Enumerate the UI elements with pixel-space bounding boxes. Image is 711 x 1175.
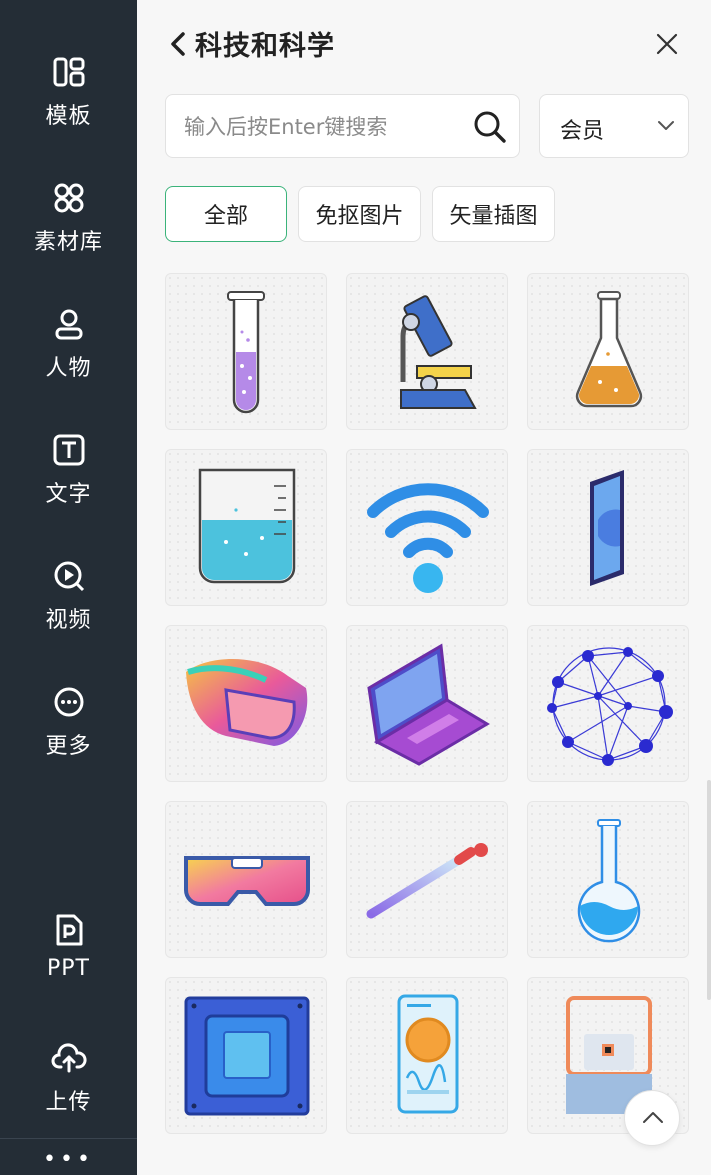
dropper-icon [366, 843, 488, 919]
grid-item-phone-app[interactable] [346, 977, 508, 1134]
grid-item-network-sphere[interactable] [527, 625, 689, 782]
grid-item-cpu-chip[interactable] [165, 977, 327, 1134]
flask-icon [575, 291, 643, 408]
sidebar-item-label: 人物 [45, 356, 92, 381]
sidebar-item-material[interactable]: 素材库 [0, 178, 137, 288]
back-icon[interactable] [167, 30, 189, 58]
grid-item-microscope[interactable] [346, 273, 508, 430]
grid-item-test-tube[interactable] [165, 273, 327, 430]
sidebar-item-more[interactable]: 更多 [0, 682, 137, 792]
grid-item-vr-headset[interactable] [165, 625, 327, 782]
grid-item-laptop[interactable] [346, 625, 508, 782]
sidebar-divider [0, 1138, 137, 1139]
sidebar-item-person[interactable]: 人物 [0, 304, 137, 414]
sidebar-overflow-icon[interactable]: ••• [0, 1149, 137, 1171]
sidebar-item-upload[interactable]: 上传 [0, 1038, 137, 1148]
beaker-icon [198, 468, 296, 584]
asset-grid [165, 273, 689, 1135]
upload-icon [49, 1038, 89, 1078]
sidebar-item-label: PPT [47, 956, 90, 981]
grid-item-round-flask[interactable] [527, 801, 689, 958]
laptop-icon [367, 643, 490, 766]
cpu-chip-icon [184, 996, 310, 1116]
text-icon [49, 430, 89, 470]
wifi-icon [367, 483, 489, 593]
ppt-icon [49, 910, 89, 950]
scroll-to-top-button[interactable] [624, 1090, 680, 1146]
panel-header: 科技和科学 [137, 18, 711, 70]
chip-cutout-images[interactable]: 免抠图片 [298, 186, 421, 242]
search-icon[interactable] [472, 109, 508, 145]
sidebar-item-video[interactable]: 视频 [0, 556, 137, 666]
sidebar-item-text[interactable]: 文字 [0, 430, 137, 540]
grid-item-vr-goggles[interactable] [165, 801, 327, 958]
grid-item-dropper[interactable] [346, 801, 508, 958]
sidebar-item-ppt[interactable]: PPT [0, 910, 137, 1020]
test-tube-icon [227, 291, 265, 414]
sidebar-item-label: 文字 [45, 482, 92, 507]
search-input[interactable] [184, 111, 454, 143]
scrollbar[interactable] [707, 780, 711, 1000]
grid-item-smartphone[interactable] [527, 449, 689, 606]
phone-app-icon [397, 994, 459, 1114]
chevron-up-icon [643, 1112, 663, 1123]
sidebar-item-label: 上传 [45, 1090, 92, 1115]
select-value: 会员 [560, 119, 605, 144]
person-icon [49, 304, 89, 344]
material-library-icon [49, 178, 89, 218]
sidebar-item-label: 更多 [45, 734, 92, 759]
smartphone-icon [590, 470, 624, 586]
template-icon [49, 52, 89, 92]
sidebar-item-label: 模板 [45, 104, 92, 129]
network-sphere-icon [547, 647, 673, 766]
close-icon[interactable] [653, 30, 681, 58]
vr-headset-icon [186, 659, 308, 746]
search-box [165, 94, 520, 158]
sidebar: 模板 素材库 人物 文字 视频 更多 PPT 上传 ••• [0, 0, 137, 1175]
sidebar-item-label: 素材库 [33, 230, 103, 255]
more-icon [49, 682, 89, 722]
grid-item-flask[interactable] [527, 273, 689, 430]
chip-all[interactable]: 全部 [165, 186, 287, 242]
chevron-down-icon [658, 121, 674, 130]
round-flask-icon [577, 819, 641, 943]
grid-item-wifi[interactable] [346, 449, 508, 606]
video-icon [49, 556, 89, 596]
grid-item-beaker[interactable] [165, 449, 327, 606]
sidebar-item-label: 视频 [45, 608, 92, 633]
vr-goggles-icon [184, 856, 310, 906]
microscope-icon [400, 295, 477, 409]
sidebar-item-template[interactable]: 模板 [0, 52, 137, 162]
membership-select[interactable]: 会员 [539, 94, 689, 158]
page-title: 科技和科学 [195, 31, 335, 62]
chip-vector-illustrations[interactable]: 矢量插图 [432, 186, 555, 242]
asset-panel: 科技和科学 会员 全部 免抠图片 矢量插图 [137, 0, 711, 1175]
